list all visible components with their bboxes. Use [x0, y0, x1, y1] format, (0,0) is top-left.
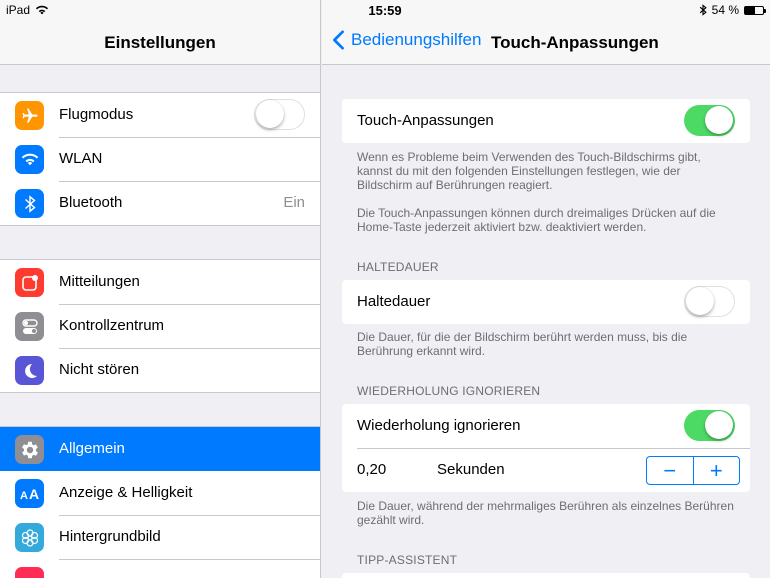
sidebar-item-anzeige-helligkeit[interactable]: AA Anzeige & Helligkeit	[0, 471, 320, 515]
sidebar-item-flugmodus[interactable]: Flugmodus	[0, 93, 320, 137]
sidebar-group-connectivity: Flugmodus WLAN Bluetooth Ein	[0, 92, 320, 226]
ignore-repeat-card: Wiederholung ignorieren 0,20 Sekunden − …	[342, 404, 750, 492]
page-title: Touch-Anpassungen	[491, 33, 659, 52]
sidebar-group-general: Allgemein AA Anzeige & Helligkeit Hinter…	[0, 426, 320, 578]
settings-sidebar: Einstellungen Flugmodus WLAN Bluetooth E…	[0, 0, 321, 578]
ignore-repeat-switch[interactable]	[684, 410, 735, 441]
ignore-repeat-label: Wiederholung ignorieren	[357, 417, 521, 434]
svg-text:A: A	[20, 490, 28, 501]
gear-icon	[15, 435, 44, 464]
touch-accommodations-row: Touch-Anpassungen	[342, 99, 750, 143]
sidebar-title: Einstellungen	[104, 33, 216, 52]
svg-text:A: A	[29, 487, 39, 501]
battery-level	[745, 6, 755, 14]
duration-value: 0,20	[357, 461, 387, 478]
tap-assistance-card	[342, 573, 750, 578]
sidebar-item-mitteilungen[interactable]: Mitteilungen	[0, 260, 320, 304]
ignore-repeat-footer: Die Dauer, während der mehrmaliges Berüh…	[357, 499, 734, 527]
increment-button[interactable]: +	[692, 457, 740, 484]
intro-footer-1: Wenn es Probleme beim Verwenden des Touc…	[357, 150, 701, 192]
duration-stepper[interactable]: − +	[646, 456, 740, 485]
status-bar: iPad 15:59 54 %	[0, 0, 770, 20]
back-button[interactable]: Bedienungshilfen	[332, 30, 481, 50]
chevron-left-icon	[333, 30, 344, 50]
bluetooth-status-icon	[699, 4, 707, 16]
hold-duration-label: Haltedauer	[357, 293, 431, 310]
sidebar-item-bluetooth[interactable]: Bluetooth Ein	[0, 181, 320, 225]
sidebar-item-partial[interactable]	[0, 559, 320, 578]
sounds-icon	[15, 567, 44, 578]
hold-duration-switch[interactable]	[684, 286, 735, 317]
back-button-label: Bedienungshilfen	[351, 30, 482, 49]
wallpaper-icon	[15, 523, 44, 552]
sidebar-item-label: Anzeige & Helligkeit	[59, 484, 193, 501]
touch-accommodations-card: Touch-Anpassungen	[342, 99, 750, 143]
touch-accommodations-switch[interactable]	[684, 105, 735, 136]
airplane-mode-switch[interactable]	[254, 99, 305, 130]
display-brightness-icon: AA	[15, 479, 44, 508]
section-header-ignore-repeat: WIEDERHOLUNG IGNORIEREN	[357, 384, 541, 398]
hold-duration-card: Haltedauer	[342, 280, 750, 324]
section-header-tap-assistance: TIPP-ASSISTENT	[357, 553, 458, 567]
bluetooth-status-value: Ein	[283, 194, 305, 211]
detail-pane: Bedienungshilfen Touch-Anpassungen Touch…	[322, 0, 770, 578]
touch-accommodations-label: Touch-Anpassungen	[357, 112, 494, 129]
notifications-icon	[15, 268, 44, 297]
battery-percent: 54 %	[711, 3, 739, 17]
sidebar-item-label: Flugmodus	[59, 106, 134, 123]
moon-icon	[15, 356, 44, 385]
sidebar-item-hintergrundbild[interactable]: Hintergrundbild	[0, 515, 320, 559]
sidebar-item-allgemein[interactable]: Allgemein	[0, 427, 320, 471]
ignore-repeat-duration-row: 0,20 Sekunden − +	[342, 448, 750, 492]
bluetooth-icon	[15, 189, 44, 218]
status-time: 15:59	[368, 3, 402, 18]
wifi-icon	[15, 145, 44, 174]
airplane-icon	[15, 101, 44, 130]
sidebar-item-label: Nicht stören	[59, 361, 140, 378]
decrement-button[interactable]: −	[647, 457, 693, 484]
sidebar-item-label: Kontrollzentrum	[59, 317, 165, 334]
ignore-repeat-row: Wiederholung ignorieren	[342, 404, 750, 448]
duration-unit: Sekunden	[437, 461, 505, 478]
sidebar-item-label: Bluetooth	[59, 194, 123, 211]
hold-duration-row: Haltedauer	[342, 280, 750, 324]
battery-icon	[744, 5, 766, 15]
intro-footer-2: Die Touch-Anpassungen können durch dreim…	[357, 206, 716, 234]
sidebar-item-label: Mitteilungen	[59, 273, 140, 290]
sidebar-item-label: WLAN	[59, 150, 103, 167]
hold-duration-footer: Die Dauer, für die der Bildschirm berühr…	[357, 330, 688, 358]
control-center-icon	[15, 312, 44, 341]
sidebar-item-label: Allgemein	[59, 440, 125, 457]
section-header-hold-duration: HALTEDAUER	[357, 260, 439, 274]
sidebar-item-kontrollzentrum[interactable]: Kontrollzentrum	[0, 304, 320, 348]
sidebar-group-notifications: Mitteilungen Kontrollzentrum Nicht störe…	[0, 259, 320, 393]
sidebar-item-wlan[interactable]: WLAN	[0, 137, 320, 181]
sidebar-item-nicht-stoeren[interactable]: Nicht stören	[0, 348, 320, 392]
sidebar-item-label: Hintergrundbild	[59, 528, 161, 545]
